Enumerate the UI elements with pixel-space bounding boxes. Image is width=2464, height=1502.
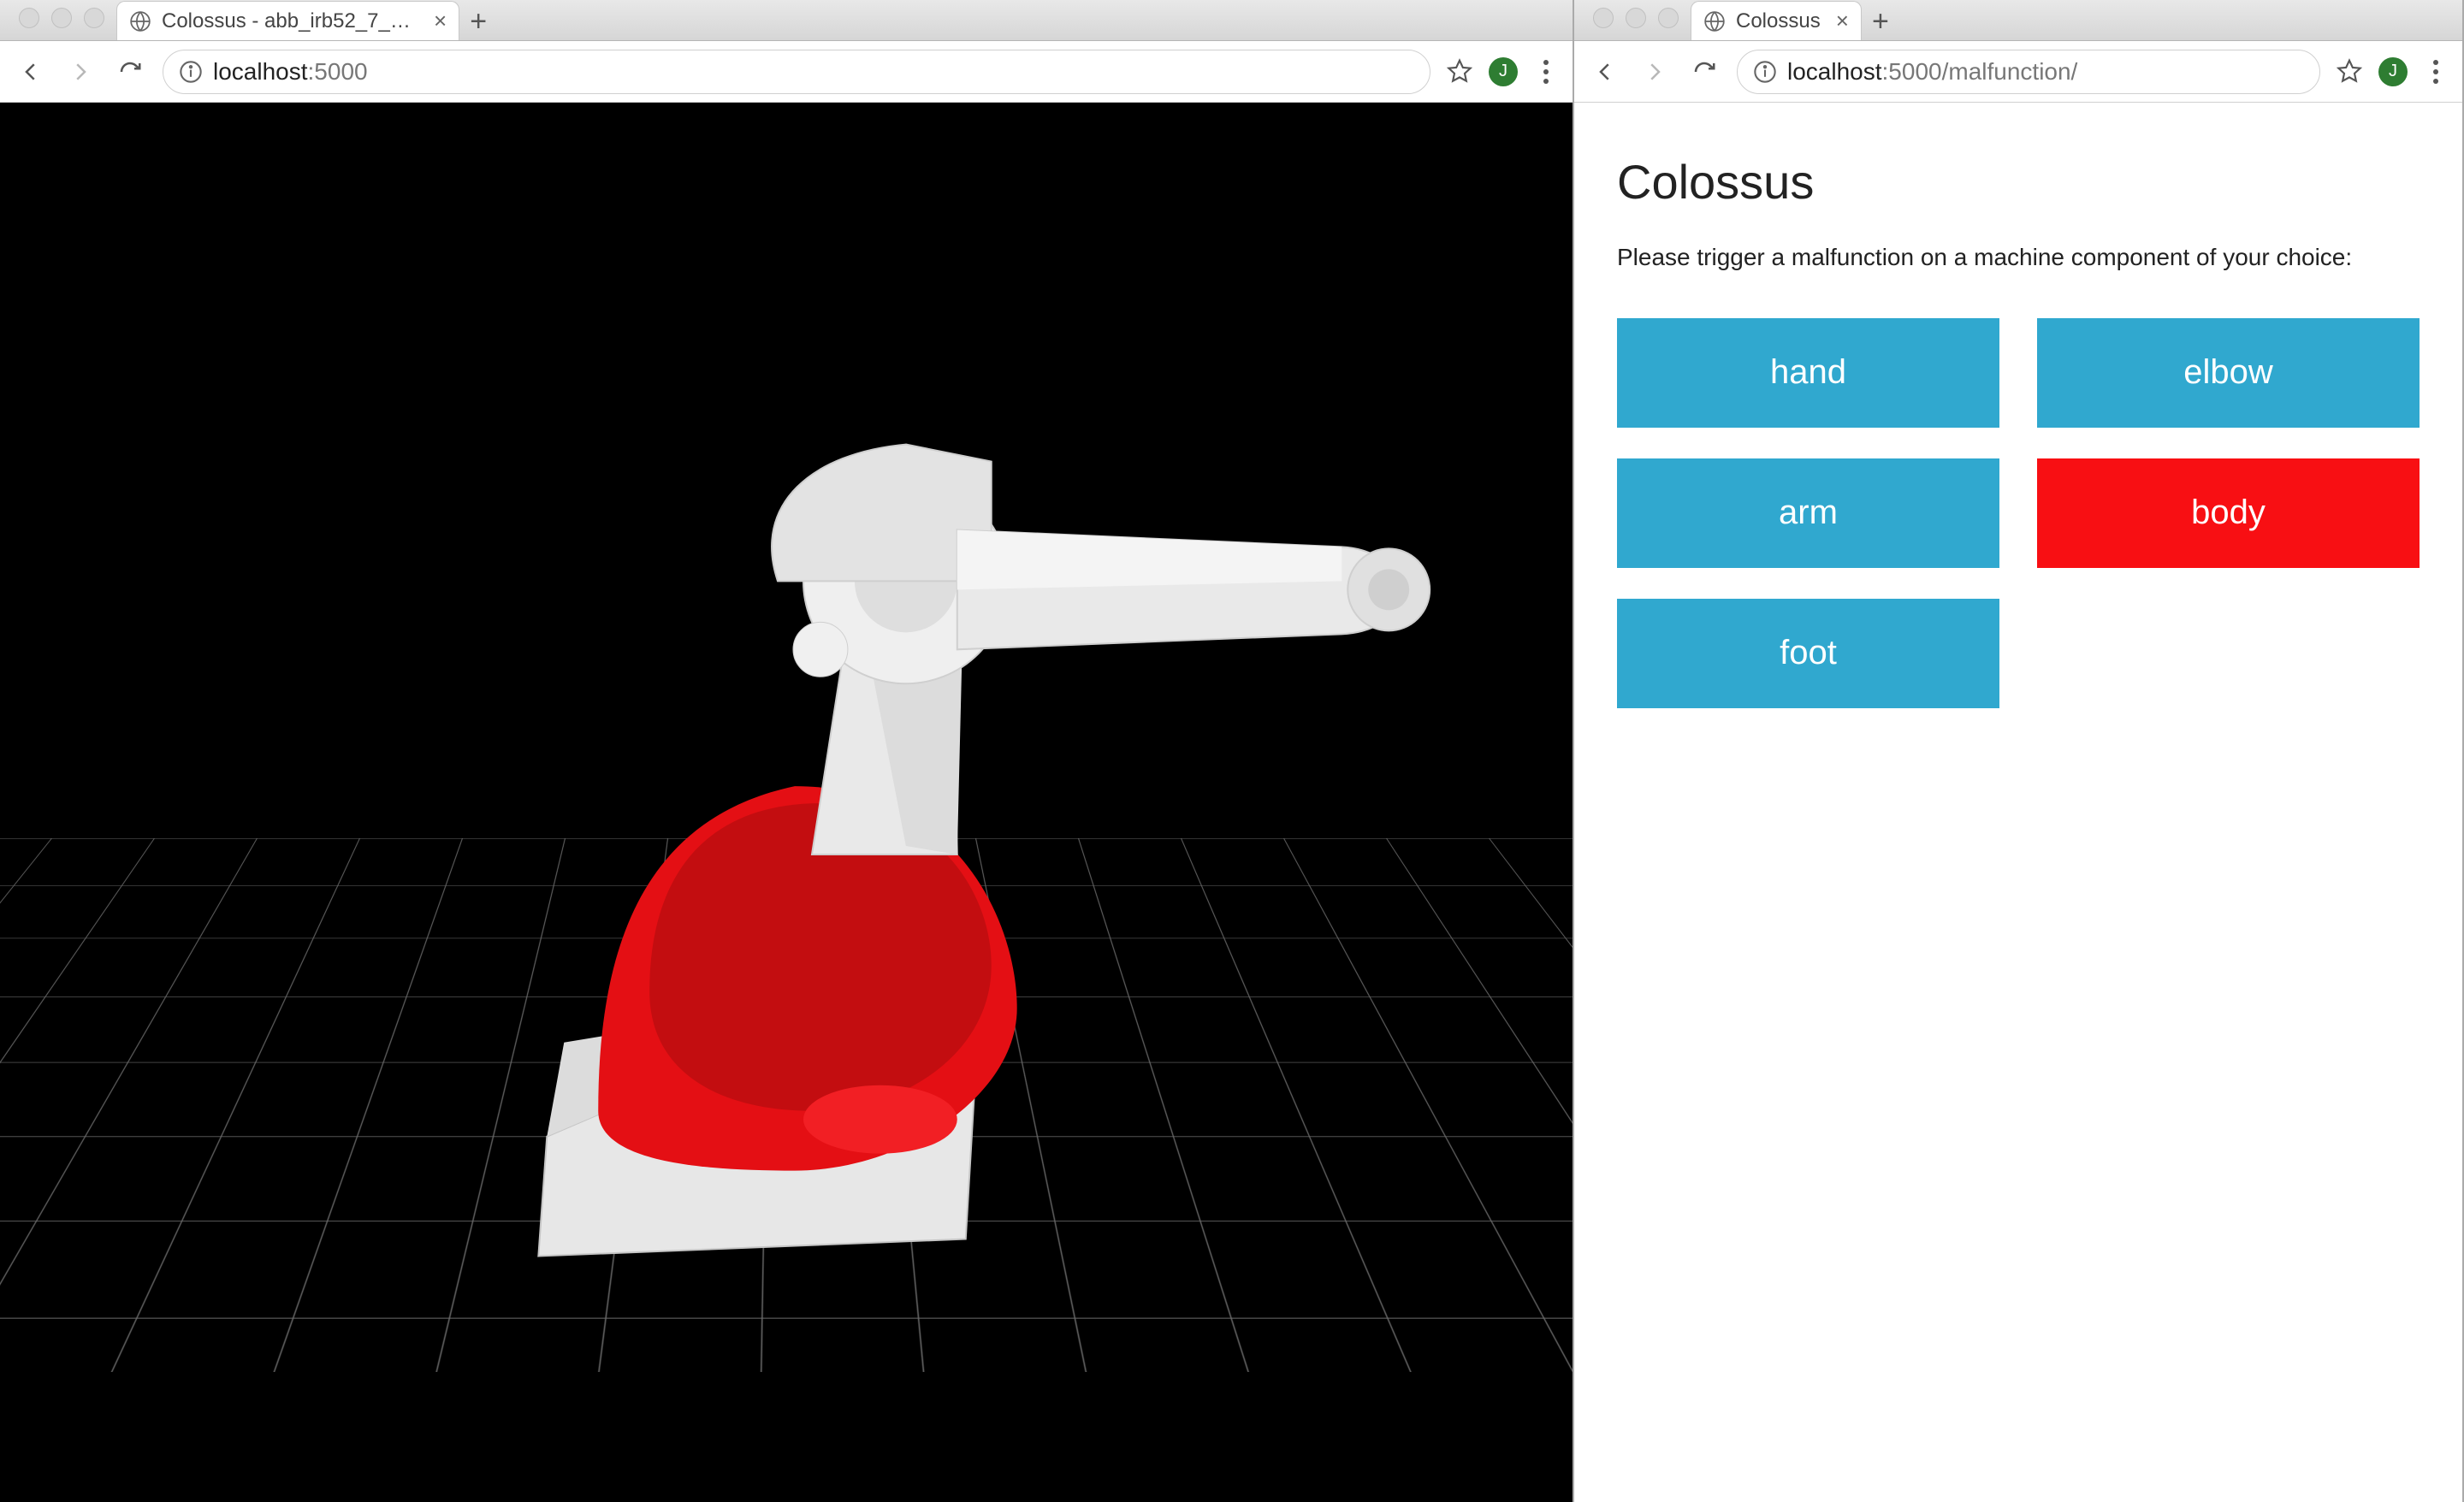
title-bar: Colossus × + (1574, 0, 2462, 41)
address-bar[interactable]: localhost:5000 (163, 50, 1430, 94)
traffic-lights (7, 8, 116, 40)
site-info-icon[interactable] (1753, 60, 1777, 84)
back-button[interactable] (14, 55, 48, 89)
button-label: body (2191, 494, 2266, 532)
toolbar: localhost:5000 J (0, 41, 1573, 103)
tab-close-icon[interactable]: × (1836, 8, 1849, 34)
forward-button[interactable] (1638, 55, 1672, 89)
url-text: localhost:5000/malfunction/ (1787, 58, 2077, 86)
toolbar: localhost:5000/malfunction/ J (1574, 41, 2462, 103)
robot-arm-3d (0, 103, 1573, 1435)
tab-title: Colossus (1736, 9, 1821, 33)
back-button[interactable] (1588, 55, 1622, 89)
new-tab-button[interactable]: + (1862, 3, 1899, 40)
avatar-initial: J (1499, 62, 1507, 81)
component-buttons-grid: hand elbow arm body foot (1617, 318, 2420, 708)
browser-window-left: Colossus - abb_irb52_7_120 × + localhost… (0, 0, 1574, 1502)
traffic-zoom-icon[interactable] (1658, 8, 1679, 28)
profile-avatar[interactable]: J (2378, 57, 2408, 86)
url-text: localhost:5000 (213, 58, 368, 86)
tab-strip: Colossus - abb_irb52_7_120 × + (116, 1, 1566, 40)
bookmark-star-icon[interactable] (1446, 58, 1473, 86)
traffic-lights (1581, 8, 1691, 40)
tab-close-icon[interactable]: × (434, 8, 447, 34)
traffic-zoom-icon[interactable] (84, 8, 104, 28)
viewport-3d[interactable] (0, 103, 1573, 1502)
tab-strip: Colossus × + (1691, 1, 2455, 40)
bookmark-star-icon[interactable] (2336, 58, 2363, 86)
traffic-close-icon[interactable] (19, 8, 39, 28)
url-path: /malfunction/ (1942, 58, 2078, 85)
traffic-minimize-icon[interactable] (1626, 8, 1646, 28)
url-host: localhost (1787, 58, 1882, 85)
new-tab-button[interactable]: + (459, 3, 497, 40)
profile-avatar[interactable]: J (1489, 57, 1518, 86)
button-label: foot (1780, 634, 1837, 672)
title-bar: Colossus - abb_irb52_7_120 × + (0, 0, 1573, 41)
malfunction-button-hand[interactable]: hand (1617, 318, 1999, 428)
button-label: elbow (2183, 353, 2273, 392)
traffic-close-icon[interactable] (1593, 8, 1614, 28)
instructions-text: Please trigger a malfunction on a machin… (1617, 240, 2387, 275)
browser-tab[interactable]: Colossus × (1691, 1, 1862, 40)
button-label: hand (1770, 353, 1846, 392)
malfunction-button-elbow[interactable]: elbow (2037, 318, 2420, 428)
reload-button[interactable] (1687, 55, 1721, 89)
malfunction-button-foot[interactable]: foot (1617, 599, 1999, 708)
kebab-menu-icon[interactable] (2423, 60, 2449, 84)
url-port: :5000 (308, 58, 368, 85)
globe-icon (1703, 10, 1726, 33)
address-bar[interactable]: localhost:5000/malfunction/ (1737, 50, 2320, 94)
site-info-icon[interactable] (179, 60, 203, 84)
button-label: arm (1779, 494, 1838, 532)
reload-button[interactable] (113, 55, 147, 89)
page-content: Colossus Please trigger a malfunction on… (1574, 103, 2462, 1502)
tab-title: Colossus - abb_irb52_7_120 (162, 9, 418, 33)
malfunction-button-body[interactable]: body (2037, 458, 2420, 568)
forward-button[interactable] (63, 55, 98, 89)
globe-icon (129, 10, 151, 33)
page-heading: Colossus (1617, 154, 2420, 210)
robot-scene (0, 103, 1573, 1502)
url-host: localhost (213, 58, 308, 85)
browser-window-right: Colossus × + localhost:5000/malfunction/… (1574, 0, 2464, 1502)
malfunction-button-arm[interactable]: arm (1617, 458, 1999, 568)
url-port: :5000 (1882, 58, 1942, 85)
traffic-minimize-icon[interactable] (51, 8, 72, 28)
avatar-initial: J (2389, 62, 2397, 81)
kebab-menu-icon[interactable] (1533, 60, 1559, 84)
browser-tab[interactable]: Colossus - abb_irb52_7_120 × (116, 1, 459, 40)
